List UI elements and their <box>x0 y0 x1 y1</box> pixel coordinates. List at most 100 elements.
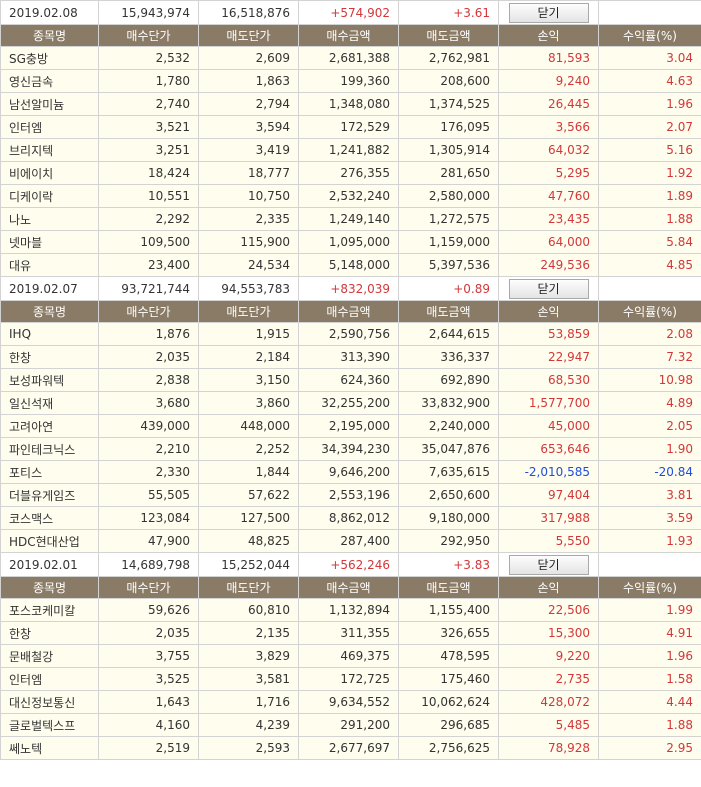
buy-amount: 34,394,230 <box>298 437 399 461</box>
pnl: 3,566 <box>498 115 599 139</box>
pnl: 64,032 <box>498 138 599 162</box>
stock-name[interactable]: 대신정보통신 <box>0 690 99 714</box>
sell-amount: 208,600 <box>398 69 499 93</box>
column-header-row: 종목명 매수단가 매도단가 매수금액 매도금액 손익 수익률(%) <box>0 24 701 47</box>
stock-name[interactable]: 영신금속 <box>0 69 99 93</box>
header-sell-amount: 매도금액 <box>398 576 499 599</box>
header-buy-price: 매수단가 <box>98 300 199 323</box>
return-rate: 5.16 <box>598 138 701 162</box>
table-row: 고려아연 439,000 448,000 2,195,000 2,240,000 45,0… <box>0 414 701 438</box>
buy-price: 3,680 <box>98 391 199 415</box>
close-button[interactable]: 닫기 <box>508 278 589 299</box>
table-row: 글로벌텍스프 4,160 4,239 291,200 296,685 5,485 1.88 <box>0 713 701 737</box>
header-sell-price: 매도단가 <box>198 24 299 47</box>
trade-date: 2019.02.01 <box>0 552 99 577</box>
sell-amount: 692,890 <box>398 368 499 392</box>
buy-price: 1,876 <box>98 322 199 346</box>
table-row: 코스맥스 123,084 127,500 8,862,012 9,180,000 317,… <box>0 506 701 530</box>
sell-amount: 1,159,000 <box>398 230 499 254</box>
table-row: 인터엠 3,525 3,581 172,725 175,460 2,735 1.58 <box>0 667 701 691</box>
buy-price: 2,532 <box>98 46 199 70</box>
table-row: 넷마블 109,500 115,900 1,095,000 1,159,000 64,00… <box>0 230 701 254</box>
buy-price: 2,838 <box>98 368 199 392</box>
sell-amount: 175,460 <box>398 667 499 691</box>
stock-name[interactable]: 일신석재 <box>0 391 99 415</box>
table-row: 포티스 2,330 1,844 9,646,200 7,635,615 -2,010,58… <box>0 460 701 484</box>
pnl: 5,295 <box>498 161 599 185</box>
sell-total: 16,518,876 <box>198 0 299 25</box>
sell-amount: 33,832,900 <box>398 391 499 415</box>
sell-amount: 1,155,400 <box>398 598 499 622</box>
sell-amount: 2,762,981 <box>398 46 499 70</box>
header-stock-name: 종목명 <box>0 24 99 47</box>
stock-name[interactable]: 남선알미늄 <box>0 92 99 116</box>
stock-name[interactable]: 파인테크닉스 <box>0 437 99 461</box>
header-stock-name: 종목명 <box>0 300 99 323</box>
sell-amount: 176,095 <box>398 115 499 139</box>
buy-price: 2,035 <box>98 345 199 369</box>
stock-name[interactable]: 넷마블 <box>0 230 99 254</box>
stock-name[interactable]: 비에이치 <box>0 161 99 185</box>
stock-name[interactable]: SG충방 <box>0 46 99 70</box>
return-rate: 1.96 <box>598 644 701 668</box>
rate-total: +0.89 <box>398 276 499 301</box>
buy-price: 23,400 <box>98 253 199 277</box>
pnl: 45,000 <box>498 414 599 438</box>
stock-name[interactable]: 브리지텍 <box>0 138 99 162</box>
sell-amount: 292,950 <box>398 529 499 553</box>
table-row: 디케이락 10,551 10,750 2,532,240 2,580,000 47,760… <box>0 184 701 208</box>
buy-amount: 172,529 <box>298 115 399 139</box>
sell-amount: 1,374,525 <box>398 92 499 116</box>
header-buy-price: 매수단가 <box>98 24 199 47</box>
buy-amount: 1,241,882 <box>298 138 399 162</box>
stock-name[interactable]: 문배철강 <box>0 644 99 668</box>
stock-name[interactable]: 인터엠 <box>0 667 99 691</box>
buy-amount: 32,255,200 <box>298 391 399 415</box>
buy-price: 109,500 <box>98 230 199 254</box>
close-button[interactable]: 닫기 <box>508 2 589 23</box>
summary-empty-cell <box>598 0 701 25</box>
return-rate: 4.89 <box>598 391 701 415</box>
stock-name[interactable]: 보성파워텍 <box>0 368 99 392</box>
return-rate: 4.63 <box>598 69 701 93</box>
pnl: 249,536 <box>498 253 599 277</box>
stock-name[interactable]: 한창 <box>0 345 99 369</box>
buy-amount: 172,725 <box>298 667 399 691</box>
header-sell-amount: 매도금액 <box>398 300 499 323</box>
close-button-cell: 닫기 <box>498 0 599 25</box>
pnl: 22,506 <box>498 598 599 622</box>
buy-price: 18,424 <box>98 161 199 185</box>
close-button[interactable]: 닫기 <box>508 554 589 575</box>
table-row: 대신정보통신 1,643 1,716 9,634,552 10,062,624 428,0… <box>0 690 701 714</box>
stock-name[interactable]: 대유 <box>0 253 99 277</box>
stock-name[interactable]: 포스코케미칼 <box>0 598 99 622</box>
stock-name[interactable]: 더블유게임즈 <box>0 483 99 507</box>
stock-name[interactable]: 포티스 <box>0 460 99 484</box>
buy-total: 93,721,744 <box>98 276 199 301</box>
stock-name[interactable]: 나노 <box>0 207 99 231</box>
return-rate: 1.90 <box>598 437 701 461</box>
sell-amount: 336,337 <box>398 345 499 369</box>
stock-name[interactable]: 글로벌텍스프 <box>0 713 99 737</box>
column-header-row: 종목명 매수단가 매도단가 매수금액 매도금액 손익 수익률(%) <box>0 300 701 323</box>
pnl: 317,988 <box>498 506 599 530</box>
pnl: 1,577,700 <box>498 391 599 415</box>
buy-price: 2,330 <box>98 460 199 484</box>
stock-name[interactable]: 코스맥스 <box>0 506 99 530</box>
stock-name[interactable]: IHQ <box>0 322 99 346</box>
sell-amount: 7,635,615 <box>398 460 499 484</box>
stock-name[interactable]: 쎄노텍 <box>0 736 99 760</box>
table-row: 인터엠 3,521 3,594 172,529 176,095 3,566 2.07 <box>0 115 701 139</box>
return-rate: 2.07 <box>598 115 701 139</box>
stock-name[interactable]: 한창 <box>0 621 99 645</box>
stock-name[interactable]: 인터엠 <box>0 115 99 139</box>
stock-name[interactable]: HDC현대산업 <box>0 529 99 553</box>
buy-amount: 199,360 <box>298 69 399 93</box>
sell-price: 18,777 <box>198 161 299 185</box>
stock-name[interactable]: 고려아연 <box>0 414 99 438</box>
sell-price: 2,335 <box>198 207 299 231</box>
stock-name[interactable]: 디케이락 <box>0 184 99 208</box>
return-rate: 10.98 <box>598 368 701 392</box>
buy-total: 14,689,798 <box>98 552 199 577</box>
table-row: 더블유게임즈 55,505 57,622 2,553,196 2,650,600 97,4… <box>0 483 701 507</box>
